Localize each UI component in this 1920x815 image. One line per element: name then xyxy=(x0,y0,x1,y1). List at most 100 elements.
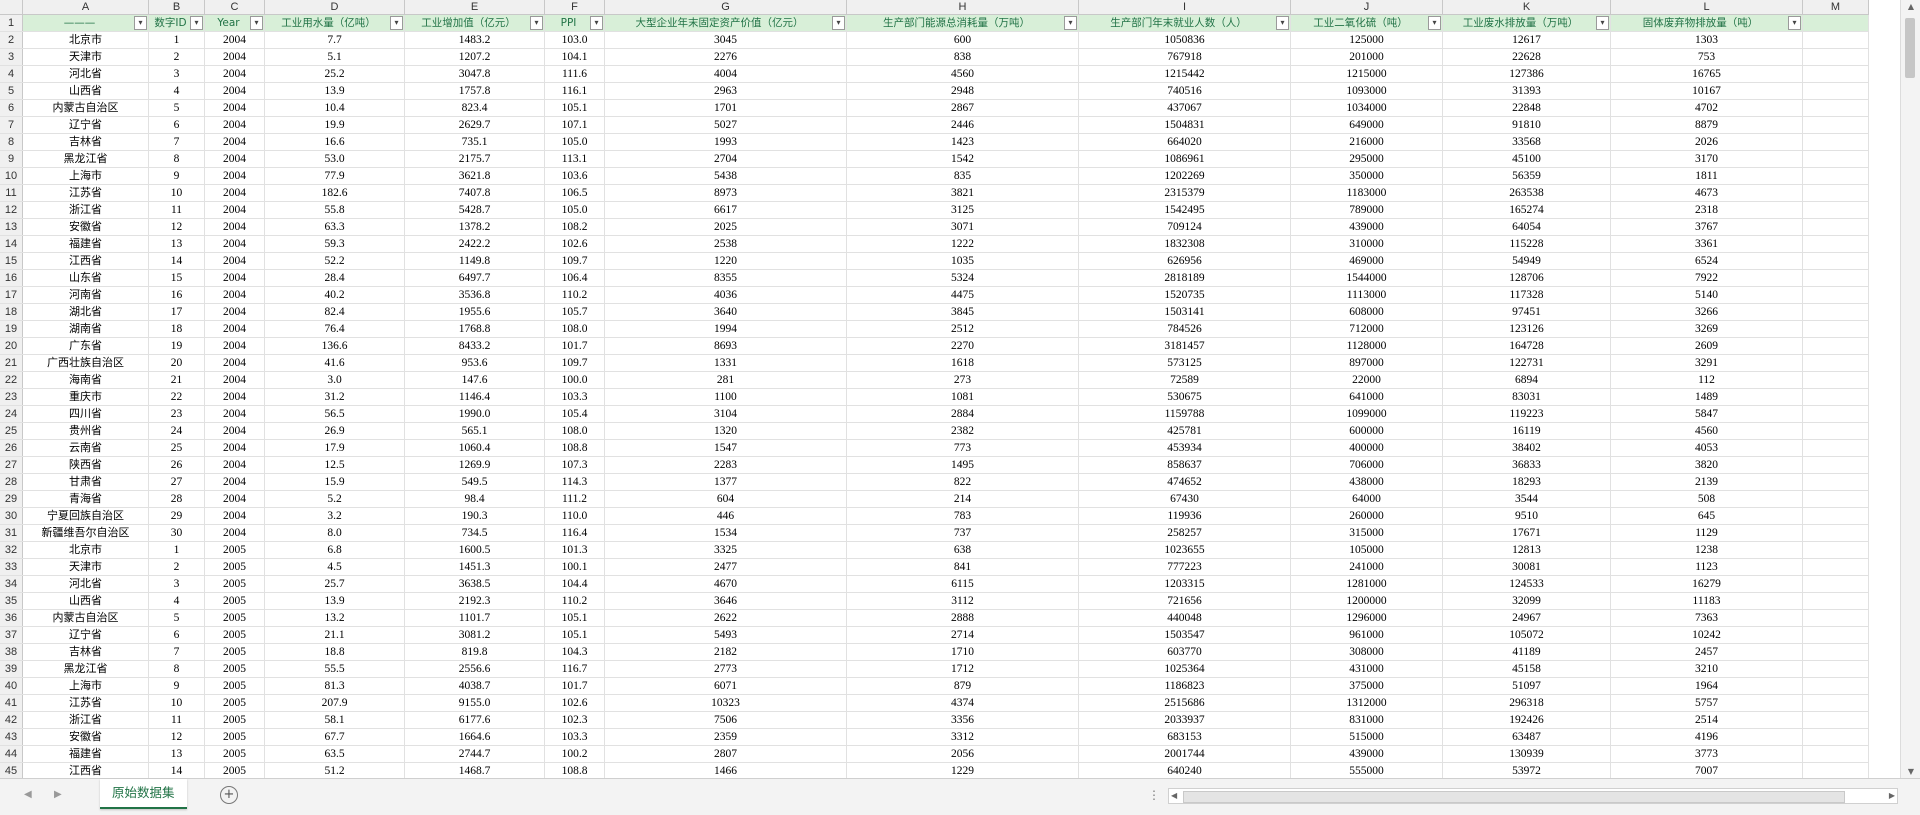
row-number[interactable]: 17 xyxy=(0,286,23,304)
cell[interactable]: 4670 xyxy=(604,575,847,593)
cell[interactable]: 辽宁省 xyxy=(22,116,149,134)
cell[interactable]: 51097 xyxy=(1442,677,1611,695)
cell[interactable]: 1215442 xyxy=(1078,65,1291,83)
cell[interactable]: 17.9 xyxy=(264,439,405,457)
cell[interactable]: 25 xyxy=(148,439,205,457)
cell[interactable]: 2056 xyxy=(846,745,1079,763)
header-cell[interactable]: PPI ▾ xyxy=(544,14,605,32)
column-header-d[interactable]: D xyxy=(264,0,405,15)
cell[interactable]: 119223 xyxy=(1442,405,1611,423)
cell[interactable]: 108.2 xyxy=(544,218,605,236)
cell[interactable] xyxy=(1802,524,1869,542)
cell[interactable]: 4.5 xyxy=(264,558,405,576)
cell[interactable]: 2026 xyxy=(1610,133,1803,151)
cell[interactable]: 841 xyxy=(846,558,1079,576)
cell[interactable]: 105072 xyxy=(1442,626,1611,644)
cell[interactable]: 22 xyxy=(148,388,205,406)
cell[interactable]: 17671 xyxy=(1442,524,1611,542)
cell[interactable]: 2004 xyxy=(204,82,265,100)
cell[interactable]: 125000 xyxy=(1290,31,1443,49)
cell[interactable]: 2005 xyxy=(204,609,265,627)
cell[interactable]: 108.8 xyxy=(544,762,605,778)
cell[interactable]: 8 xyxy=(148,150,205,168)
row-number[interactable]: 7 xyxy=(0,116,23,134)
cell[interactable]: 111.6 xyxy=(544,65,605,83)
next-sheet-icon[interactable]: ▶ xyxy=(54,789,62,800)
cell[interactable]: 2629.7 xyxy=(404,116,545,134)
cell[interactable]: 8693 xyxy=(604,337,847,355)
cell[interactable]: 3638.5 xyxy=(404,575,545,593)
row-number[interactable]: 45 xyxy=(0,762,23,778)
cell[interactable]: 广西壮族自治区 xyxy=(22,354,149,372)
cell[interactable]: 河北省 xyxy=(22,65,149,83)
cell[interactable]: 1099000 xyxy=(1290,405,1443,423)
cell[interactable]: 13 xyxy=(148,745,205,763)
cell[interactable]: 38402 xyxy=(1442,439,1611,457)
cell[interactable]: 4702 xyxy=(1610,99,1803,117)
cell[interactable] xyxy=(1802,116,1869,134)
cell[interactable]: 1035 xyxy=(846,252,1079,270)
cell[interactable]: 湖南省 xyxy=(22,320,149,338)
cell[interactable]: 2714 xyxy=(846,626,1079,644)
cell[interactable]: 1768.8 xyxy=(404,320,545,338)
sheet-tab-original-dataset[interactable]: 原始数据集 xyxy=(100,779,187,809)
cell[interactable]: 77.9 xyxy=(264,167,405,185)
cell[interactable]: 7 xyxy=(148,133,205,151)
cell[interactable]: 953.6 xyxy=(404,354,545,372)
cell[interactable]: 10 xyxy=(148,694,205,712)
cell[interactable] xyxy=(1802,167,1869,185)
cell[interactable]: 2004 xyxy=(204,116,265,134)
cell[interactable]: 2 xyxy=(148,48,205,66)
cell[interactable]: 446 xyxy=(604,507,847,525)
header-cell[interactable]: 大型企业年末固定资产价值（亿元） ▾ xyxy=(604,14,847,32)
cell[interactable]: 1542 xyxy=(846,150,1079,168)
cell[interactable]: 25.7 xyxy=(264,575,405,593)
cell[interactable] xyxy=(1802,422,1869,440)
cell[interactable]: 重庆市 xyxy=(22,388,149,406)
cell[interactable]: 76.4 xyxy=(264,320,405,338)
cell[interactable] xyxy=(1802,694,1869,712)
cell[interactable]: 浙江省 xyxy=(22,711,149,729)
cell[interactable] xyxy=(1802,252,1869,270)
cell[interactable]: 109.7 xyxy=(544,252,605,270)
cell[interactable]: 1503547 xyxy=(1078,626,1291,644)
cell[interactable]: 111.2 xyxy=(544,490,605,508)
cell[interactable]: 12 xyxy=(148,218,205,236)
cell[interactable]: 6 xyxy=(148,626,205,644)
cell[interactable]: 5757 xyxy=(1610,694,1803,712)
row-number[interactable]: 2 xyxy=(0,31,23,49)
cell[interactable]: 2512 xyxy=(846,320,1079,338)
cell[interactable]: 1993 xyxy=(604,133,847,151)
cell[interactable]: 110.2 xyxy=(544,592,605,610)
cell[interactable]: 8355 xyxy=(604,269,847,287)
cell[interactable]: 2270 xyxy=(846,337,1079,355)
cell[interactable]: 江苏省 xyxy=(22,694,149,712)
cell[interactable]: 云南省 xyxy=(22,439,149,457)
cell[interactable]: 82.4 xyxy=(264,303,405,321)
filter-dropdown-icon[interactable]: ▾ xyxy=(1428,16,1441,30)
cell[interactable] xyxy=(1802,490,1869,508)
cell[interactable]: 2004 xyxy=(204,65,265,83)
cell[interactable]: 22848 xyxy=(1442,99,1611,117)
cell[interactable]: 上海市 xyxy=(22,167,149,185)
cell[interactable]: 浙江省 xyxy=(22,201,149,219)
cell[interactable]: 2175.7 xyxy=(404,150,545,168)
cell[interactable]: 1542495 xyxy=(1078,201,1291,219)
cell[interactable]: 14 xyxy=(148,252,205,270)
cell[interactable] xyxy=(1802,133,1869,151)
cell[interactable]: 安徽省 xyxy=(22,218,149,236)
cell[interactable]: 308000 xyxy=(1290,643,1443,661)
cell[interactable]: 474652 xyxy=(1078,473,1291,491)
cell[interactable]: 13.9 xyxy=(264,82,405,100)
cell[interactable]: 640240 xyxy=(1078,762,1291,778)
cell[interactable]: 2004 xyxy=(204,303,265,321)
cell[interactable]: 2888 xyxy=(846,609,1079,627)
cell[interactable]: 9 xyxy=(148,167,205,185)
cell[interactable]: 5.2 xyxy=(264,490,405,508)
cell[interactable]: 4 xyxy=(148,592,205,610)
cell[interactable]: 4374 xyxy=(846,694,1079,712)
cell[interactable]: 600000 xyxy=(1290,422,1443,440)
cell[interactable]: 河南省 xyxy=(22,286,149,304)
cell[interactable]: 13.2 xyxy=(264,609,405,627)
cell[interactable]: 1159788 xyxy=(1078,405,1291,423)
